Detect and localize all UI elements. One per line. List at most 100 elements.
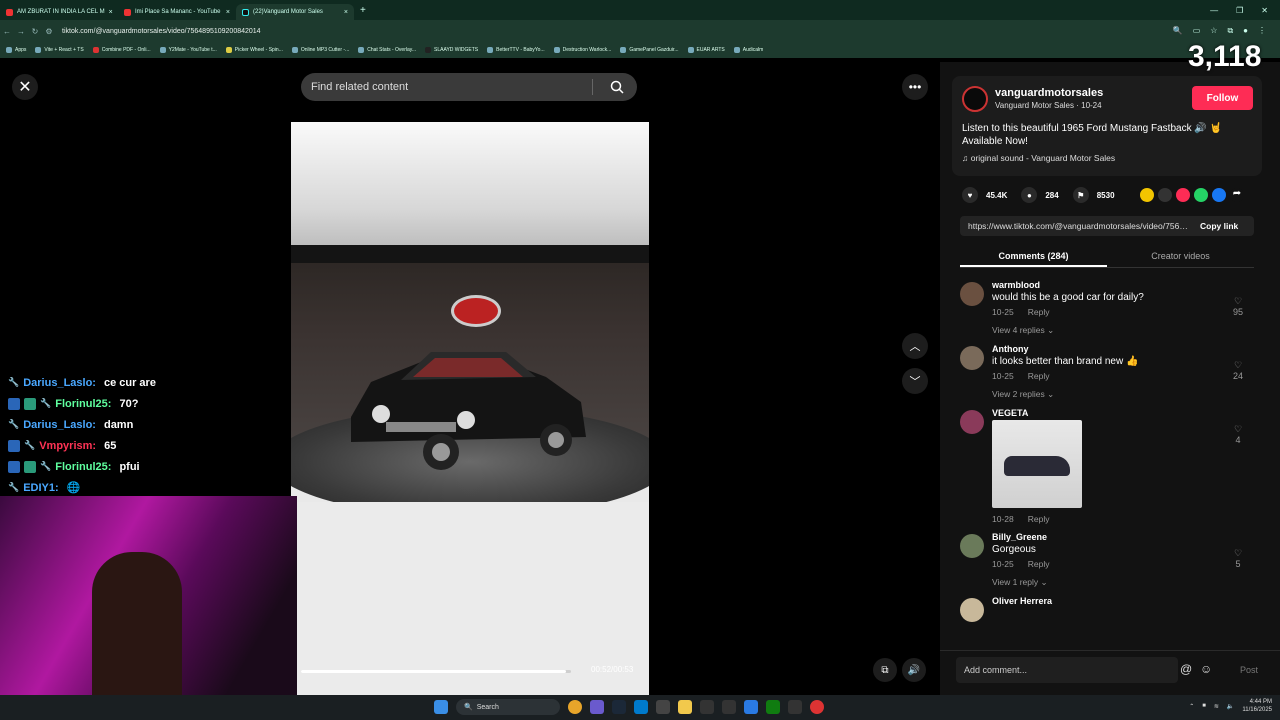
find-related-search[interactable]: Find related content xyxy=(301,73,637,101)
commenter-avatar[interactable] xyxy=(960,346,984,370)
bookmark-item[interactable]: Y2Mate - YouTube t... xyxy=(159,47,217,53)
app-icon[interactable] xyxy=(656,700,670,714)
share-link-text[interactable]: https://www.tiktok.com/@vanguardmotorsal… xyxy=(968,221,1192,231)
bookmark-icon[interactable]: ⚑ xyxy=(1072,187,1089,203)
bookmark-item[interactable]: BetterTTV - BabyYo... xyxy=(487,47,545,53)
extensions-icon[interactable]: ⧉ xyxy=(1227,26,1233,36)
xbox-icon[interactable] xyxy=(766,700,780,714)
commenter-name[interactable]: Anthony xyxy=(992,344,1258,354)
commenter-avatar[interactable] xyxy=(960,598,984,622)
add-comment-input[interactable]: Add comment... xyxy=(956,657,1178,683)
bookmark-item[interactable]: Picker Wheel - Spin... xyxy=(225,47,283,53)
bookmark-item[interactable]: EUAR ARTS xyxy=(687,47,725,53)
send-icon[interactable] xyxy=(1176,188,1190,202)
minimize-icon[interactable]: — xyxy=(1210,6,1218,15)
bookmark-star-icon[interactable]: ☆ xyxy=(1210,26,1217,36)
coin-icon[interactable] xyxy=(1140,188,1154,202)
bookmark-item[interactable]: Combine PDF - Onli... xyxy=(92,47,151,53)
view-replies-button[interactable]: View 4 replies ⌄ xyxy=(992,325,1258,336)
app-icon[interactable] xyxy=(810,700,824,714)
commenter-avatar[interactable] xyxy=(960,410,984,434)
comment-image[interactable] xyxy=(992,420,1082,508)
bookmark-item[interactable]: Vite + React + TS xyxy=(35,47,84,53)
video-player[interactable]: Find related content 00:52/00:53 xyxy=(291,62,649,695)
reply-button[interactable]: Reply xyxy=(1028,307,1050,317)
post-button[interactable]: Post xyxy=(1240,665,1258,675)
whatsapp-icon[interactable] xyxy=(1194,188,1208,202)
volume-tray-icon[interactable]: 🔈 xyxy=(1227,703,1234,710)
taskbar-search[interactable]: 🔍 Search xyxy=(456,699,560,715)
bookmark-item[interactable]: Destruction Warlock... xyxy=(553,47,611,53)
volume-button[interactable]: 🔊 xyxy=(902,658,926,682)
browser-tab-3[interactable]: (22)Vanguard Motor Sales × xyxy=(236,4,354,20)
new-tab-button[interactable]: + xyxy=(360,5,366,16)
follow-button[interactable]: Follow xyxy=(1192,86,1253,110)
bookmark-item[interactable]: Apps xyxy=(6,47,26,53)
commenter-name[interactable]: warmblood xyxy=(992,280,1258,290)
app-icon[interactable] xyxy=(744,700,758,714)
view-replies-button[interactable]: View 1 reply ⌄ xyxy=(992,577,1258,588)
comment-like[interactable]: ♡ 4 xyxy=(1228,424,1248,445)
discord-icon[interactable] xyxy=(590,700,604,714)
reload-icon[interactable]: ↻ xyxy=(28,27,42,36)
app-icon[interactable] xyxy=(700,700,714,714)
reply-button[interactable]: Reply xyxy=(1028,514,1050,524)
steam-icon[interactable] xyxy=(612,700,626,714)
mention-icon[interactable]: @ xyxy=(1180,662,1192,676)
view-replies-button[interactable]: View 2 replies ⌄ xyxy=(992,389,1258,400)
heart-icon[interactable]: ♥ xyxy=(962,187,978,203)
windows-start-icon[interactable] xyxy=(434,700,448,714)
comment-like[interactable]: ♡ 5 xyxy=(1228,548,1248,569)
commenter-avatar[interactable] xyxy=(960,282,984,306)
reply-button[interactable]: Reply xyxy=(1028,559,1050,569)
emoji-icon[interactable]: ☺ xyxy=(1200,662,1212,676)
cast-icon[interactable]: ▭ xyxy=(1193,26,1201,36)
more-options-button[interactable]: ••• xyxy=(902,74,928,100)
share-arrow-icon[interactable]: ➦ xyxy=(1230,188,1244,202)
chrome-icon[interactable] xyxy=(568,700,582,714)
embed-icon[interactable] xyxy=(1158,188,1172,202)
browser-tab-2[interactable]: Imi Place Sa Mananc - YouTube × xyxy=(118,4,236,20)
author-handle[interactable]: vanguardmotorsales xyxy=(995,87,1103,99)
picture-in-picture-button[interactable]: ⧉ xyxy=(873,658,897,682)
comment-icon[interactable]: ● xyxy=(1021,187,1038,203)
close-window-icon[interactable]: ✕ xyxy=(1261,6,1268,15)
comment-like[interactable]: ♡ 95 xyxy=(1228,296,1248,317)
commenter-name[interactable]: Billy_Greene xyxy=(992,532,1258,542)
close-tab-icon[interactable]: × xyxy=(344,9,348,16)
search-icon[interactable] xyxy=(609,79,625,95)
facebook-icon[interactable] xyxy=(1212,188,1226,202)
folder-icon[interactable] xyxy=(678,700,692,714)
commenter-avatar[interactable] xyxy=(960,534,984,558)
site-info-icon[interactable]: ⚙ xyxy=(42,27,56,36)
music-link[interactable]: ♫ original sound - Vanguard Motor Sales xyxy=(962,153,1115,163)
bookmark-item[interactable]: Chat Stats - Overlay... xyxy=(358,47,416,53)
video-progress-bar[interactable] xyxy=(301,670,571,673)
reply-button[interactable]: Reply xyxy=(1028,371,1050,381)
tray-chevron-icon[interactable]: ⌃ xyxy=(1189,703,1194,710)
tab-comments[interactable]: Comments (284) xyxy=(960,246,1107,267)
comment-like[interactable]: ♡ 24 xyxy=(1228,360,1248,381)
previous-video-button[interactable]: ︿ xyxy=(902,333,928,359)
bookmark-item[interactable]: Online MP3 Cutter -... xyxy=(291,47,349,53)
tab-creator-videos[interactable]: Creator videos xyxy=(1107,246,1254,267)
forward-icon[interactable]: → xyxy=(14,27,28,36)
bookmark-item[interactable]: SLAAYD WIDGETS xyxy=(425,47,478,53)
tray-app-icon[interactable]: ■ xyxy=(1202,703,1206,709)
copy-link-button[interactable]: Copy link xyxy=(1200,221,1238,231)
commenter-name[interactable]: VEGETA xyxy=(992,408,1258,418)
close-video-button[interactable]: ✕ xyxy=(12,74,38,100)
comment-list[interactable]: warmblood would this be a good car for d… xyxy=(958,280,1258,642)
menu-icon[interactable]: ⋮ xyxy=(1258,26,1266,36)
close-tab-icon[interactable]: × xyxy=(109,9,113,16)
profile-icon[interactable]: ● xyxy=(1243,26,1248,36)
browser-tab-1[interactable]: AM ZBURAT IN INDIA LA CEL M × xyxy=(0,4,118,20)
search-input[interactable]: Find related content xyxy=(311,81,408,93)
wifi-icon[interactable]: ≋ xyxy=(1214,703,1219,710)
maximize-icon[interactable]: ❐ xyxy=(1236,6,1243,15)
vscode-icon[interactable] xyxy=(634,700,648,714)
bookmark-item[interactable]: GamePanel Gazduir... xyxy=(620,47,679,53)
back-icon[interactable]: ← xyxy=(0,27,14,36)
close-tab-icon[interactable]: × xyxy=(226,9,230,16)
obs-icon[interactable] xyxy=(788,700,802,714)
